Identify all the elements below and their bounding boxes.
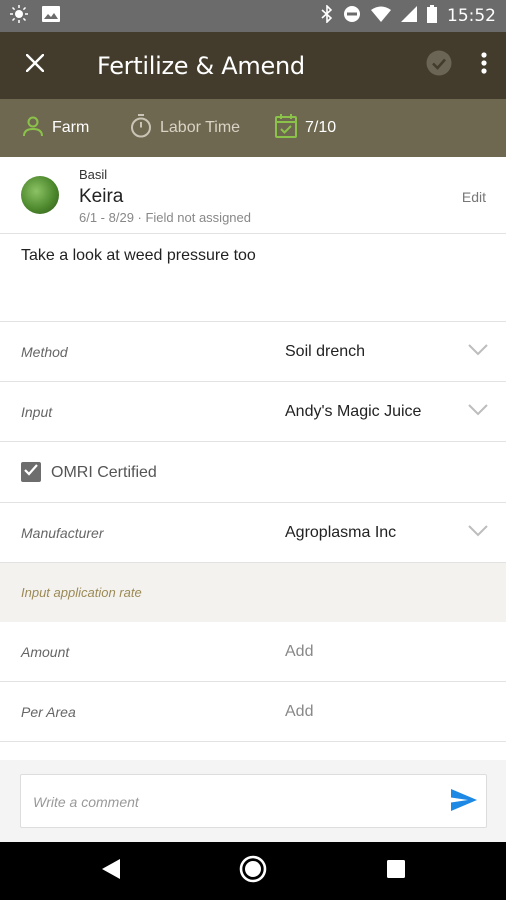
labor-time-label: Labor Time [160, 119, 241, 136]
person-icon [22, 115, 44, 142]
input-field[interactable]: Input Andy's Magic Juice [0, 382, 506, 442]
comment-input[interactable] [33, 775, 433, 829]
comment-box [20, 774, 487, 829]
timer-icon [130, 113, 152, 143]
complete-button[interactable] [416, 32, 462, 99]
input-value: Andy's Magic Juice [285, 403, 422, 420]
amount-value[interactable]: Add [285, 622, 313, 682]
image-icon [42, 5, 60, 27]
per-area-value[interactable]: Add [285, 682, 313, 742]
calendar-check-icon [275, 113, 297, 143]
manufacturer-field[interactable]: Manufacturer Agroplasma Inc [0, 503, 506, 563]
brightness-icon [10, 4, 28, 28]
input-label: Input [21, 404, 53, 420]
crop-summary: Basil Keira 6/1 - 8/29 · Field not assig… [0, 157, 506, 234]
method-value: Soil drench [285, 343, 366, 360]
crop-type: Basil [79, 167, 108, 182]
manufacturer-value: Agroplasma Inc [285, 524, 397, 541]
back-button[interactable] [76, 842, 146, 900]
wifi-icon [371, 6, 391, 27]
labor-time[interactable]: Labor Time [130, 113, 275, 143]
amount-field[interactable]: Amount Add [0, 622, 506, 682]
close-icon [25, 53, 45, 77]
do-not-disturb-icon [343, 5, 361, 28]
chevron-down-icon[interactable] [468, 343, 488, 361]
send-icon [451, 788, 477, 816]
crop-avatar [21, 176, 59, 214]
method-field[interactable]: Method Soil drench [0, 322, 506, 382]
system-nav-bar [0, 842, 506, 900]
comment-area [0, 760, 506, 842]
crop-name: Keira [79, 186, 124, 207]
due-date-label: 7/10 [305, 119, 337, 136]
checkmark-icon [24, 463, 38, 481]
amount-label: Amount [21, 644, 70, 660]
back-triangle-icon [102, 858, 120, 884]
page-title: Fertilize & Amend [97, 51, 305, 80]
application-rate-header: Input application rate [0, 563, 506, 622]
per-area-label: Per Area [21, 704, 76, 720]
per-area-field[interactable]: Per Area Add [0, 682, 506, 742]
farm-assignee[interactable]: Farm [22, 115, 130, 142]
signal-icon [401, 5, 417, 27]
farm-label: Farm [52, 119, 90, 136]
status-time: 15:52 [447, 6, 496, 26]
app-bar: Fertilize & Amend [0, 32, 506, 99]
task-notes[interactable]: Take a look at weed pressure too [0, 234, 506, 322]
omri-certified-row[interactable]: OMRI Certified [0, 442, 506, 503]
omri-label: OMRI Certified [51, 463, 157, 481]
battery-icon [427, 4, 437, 28]
home-button[interactable] [218, 842, 288, 900]
more-options-button[interactable] [462, 32, 506, 99]
check-circle-icon [426, 50, 452, 81]
crop-dates: 6/1 - 8/29 · Field not assigned [79, 210, 251, 225]
edit-button[interactable]: Edit [462, 189, 486, 205]
recents-square-icon [387, 859, 405, 883]
recents-button[interactable] [361, 842, 431, 900]
task-info-bar: Farm Labor Time 7/10 [0, 99, 506, 157]
chevron-down-icon[interactable] [468, 524, 488, 542]
status-bar: 15:52 [0, 0, 506, 32]
bluetooth-icon [321, 3, 333, 28]
more-vert-icon [481, 52, 487, 79]
chevron-down-icon[interactable] [468, 403, 488, 421]
send-button[interactable] [450, 788, 478, 816]
home-circle-icon [239, 855, 267, 888]
close-button[interactable] [0, 32, 70, 99]
manufacturer-label: Manufacturer [21, 525, 104, 541]
due-date[interactable]: 7/10 [275, 113, 337, 143]
omri-checkbox[interactable] [21, 462, 41, 482]
method-label: Method [21, 344, 68, 360]
